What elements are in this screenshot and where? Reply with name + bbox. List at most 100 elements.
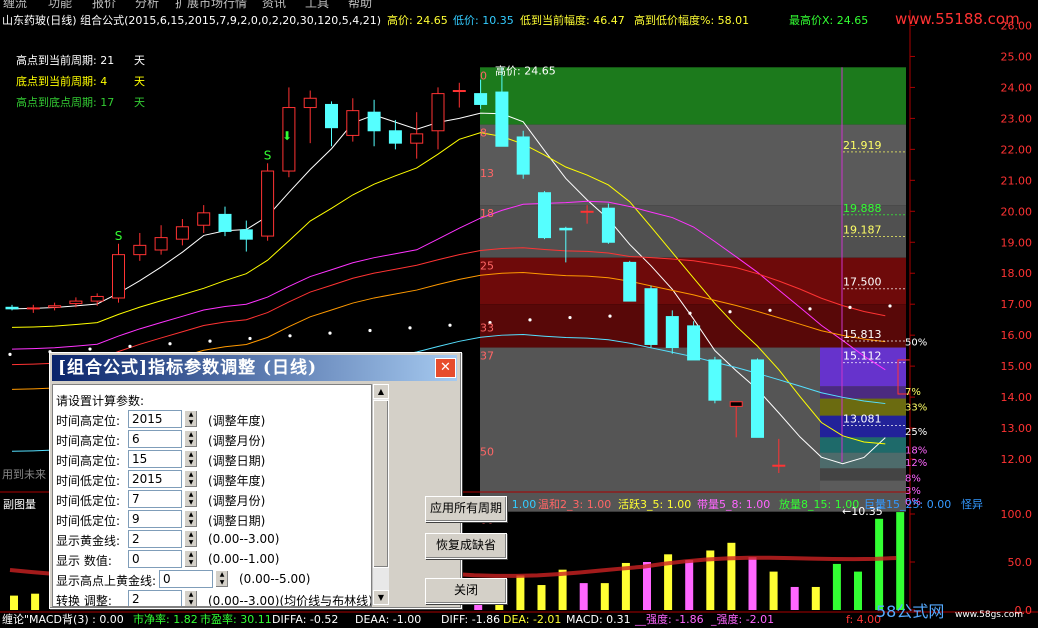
baseline-dot	[88, 347, 92, 351]
param-label: 时间低定位:	[56, 494, 121, 508]
candle-body	[580, 210, 594, 213]
left-note: 用到未来	[2, 468, 46, 481]
sub-chart-label: 副图量	[3, 498, 36, 511]
spinner-icon[interactable]: ▲ ▼	[215, 570, 229, 588]
param-label: 时间高定位:	[56, 414, 121, 428]
candle-body	[5, 306, 19, 310]
spinner-icon[interactable]: ▲ ▼	[184, 470, 198, 488]
volume-bar	[832, 563, 841, 610]
candle-body	[90, 295, 104, 302]
volume-axis-label: 50.0	[1008, 556, 1033, 569]
max-price: 最高价X: 24.65	[789, 13, 868, 27]
param-note: (0.00--3.00)(均价线与布林线)	[208, 594, 372, 607]
close-icon[interactable]: ✕	[435, 358, 456, 378]
volume-bar	[854, 571, 862, 610]
baseline-dot	[688, 311, 692, 315]
param-input[interactable]: 2	[128, 530, 182, 548]
price-axis-label: 21.00	[1001, 174, 1033, 187]
pct-label: 7%	[905, 387, 921, 398]
dialog-scrollbar[interactable]: ▲ ▼	[372, 384, 389, 605]
volume-bar	[727, 542, 736, 610]
bottom-stat: __强度: -1.86	[634, 612, 704, 626]
baseline-dot	[408, 326, 412, 330]
baseline-dot	[568, 315, 572, 320]
price-axis-label: 25.00	[1001, 50, 1033, 63]
param-input[interactable]: 7	[128, 490, 182, 508]
candle-body	[772, 464, 786, 467]
close-button[interactable]: 关闭	[425, 578, 507, 604]
param-input[interactable]: 15	[128, 450, 182, 468]
param-note: (调整月份)	[208, 434, 266, 448]
param-note: (0.00--5.00)	[239, 572, 311, 586]
golden-left-label: 13	[480, 167, 494, 180]
bottom-title: 缠论"MACD背(3) : 0.00	[2, 612, 124, 626]
level-label: 21.919	[843, 139, 882, 152]
signal-marker: S	[115, 229, 123, 243]
header-field: 低到当前幅度: 46.47	[520, 13, 625, 27]
candle-body	[474, 93, 488, 105]
high-label: 高价: 24.65	[495, 63, 556, 77]
price-axis-label: 12.00	[1001, 453, 1033, 466]
spinner-icon[interactable]: ▲ ▼	[184, 550, 198, 568]
param-label: 显示黄金线:	[56, 534, 121, 548]
param-input[interactable]: 0	[128, 550, 182, 568]
param-note: (0.00--3.00)	[208, 532, 280, 546]
candle-body	[175, 226, 189, 240]
spinner-icon[interactable]: ▲ ▼	[184, 510, 198, 528]
param-note: (调整年度)	[208, 474, 266, 488]
site-logo: 58公式网	[876, 602, 944, 621]
candle-body	[431, 93, 445, 132]
candle-body	[261, 170, 275, 237]
param-input[interactable]: 9	[128, 510, 182, 528]
scroll-up-icon[interactable]: ▲	[373, 384, 389, 399]
candle-body	[154, 237, 168, 251]
bottom-stat: _强度: -2.01	[710, 612, 774, 626]
bottom-stat: DIFF: -1.86	[441, 613, 500, 626]
candle-body	[69, 300, 83, 305]
spinner-icon[interactable]: ▲ ▼	[184, 590, 198, 606]
volume-bar	[748, 557, 757, 610]
baseline-dot	[288, 334, 292, 338]
price-axis-label: 17.00	[1001, 298, 1033, 311]
param-note: (调整日期)	[208, 454, 266, 468]
scroll-thumb[interactable]	[373, 400, 389, 568]
param-input[interactable]: 0	[159, 570, 213, 588]
header-field: 山东药玻(日线) 组合公式(2015,6,15,2015,7,9,2,0,0,2…	[2, 13, 381, 27]
spinner-icon[interactable]: ▲ ▼	[184, 450, 198, 468]
price-axis-label: 13.00	[1001, 422, 1033, 435]
sub-indicator: 放量8_15: 1.00	[779, 497, 859, 511]
spinner-icon[interactable]: ▲ ▼	[184, 410, 198, 428]
site-logo-url: www.58gs.com	[955, 610, 1023, 620]
volume-bar	[31, 593, 40, 610]
apply-all-button[interactable]: 应用所有周期	[425, 496, 507, 522]
param-input[interactable]: 6	[128, 430, 182, 448]
candle-body	[410, 133, 424, 144]
param-input[interactable]: 2015	[128, 410, 182, 428]
param-input[interactable]: 2015	[128, 470, 182, 488]
pct-label: 18%	[905, 446, 927, 457]
volume-bar	[685, 560, 694, 610]
candle-body	[26, 307, 40, 310]
scroll-down-icon[interactable]: ▼	[373, 590, 389, 605]
volume-bar	[537, 585, 546, 610]
spinner-icon[interactable]: ▲ ▼	[184, 530, 198, 548]
candle-body	[687, 325, 701, 361]
param-dialog: [组合公式]指标参数调整 (日线) ✕ 请设置计算参数: 时间高定位: 2015 ▲…	[49, 352, 507, 609]
spinner-icon[interactable]: ▲ ▼	[184, 430, 198, 448]
baseline-dot	[328, 331, 332, 335]
candle-body	[112, 254, 125, 299]
golden-left-label: 50	[480, 446, 494, 459]
volume-bar	[643, 562, 651, 610]
info-line: 高点到底点周期: 17	[16, 95, 114, 109]
reset-default-button[interactable]: 恢复成缺省	[425, 533, 507, 559]
candle-body	[197, 212, 211, 226]
info-line: 底点到当前周期: 4	[16, 74, 107, 88]
baseline-dot	[848, 305, 852, 310]
price-axis-label: 19.00	[1001, 236, 1033, 249]
param-label: 时间高定位:	[56, 434, 121, 448]
param-heading-text: 请设置计算参数:	[56, 394, 145, 408]
baseline-dot	[888, 304, 892, 308]
param-input[interactable]: 2	[128, 590, 182, 606]
pct-label: 8%	[905, 474, 921, 485]
spinner-icon[interactable]: ▲ ▼	[184, 490, 198, 508]
